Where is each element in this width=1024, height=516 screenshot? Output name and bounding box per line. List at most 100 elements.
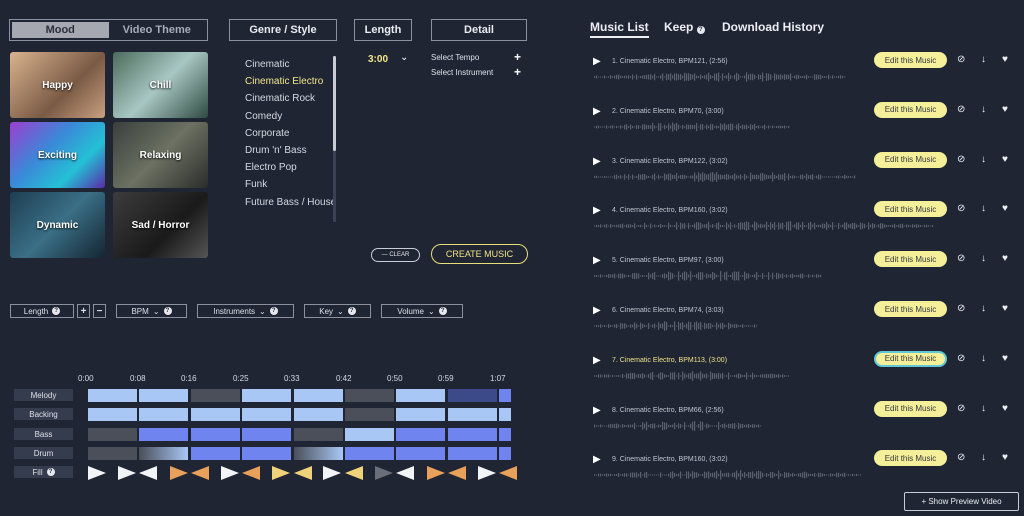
download-icon[interactable]: ↓ [981,203,986,214]
arrangement-block[interactable] [88,447,137,460]
chevron-down-icon[interactable]: ⌄ [400,52,408,63]
heart-icon[interactable]: ♥ [1002,104,1008,115]
music-list-item[interactable]: ▶ 2. Cinematic Electro, BPM70, (3:00) Edit… [590,101,1020,156]
heart-icon[interactable]: ♥ [1002,303,1008,314]
help-icon[interactable]: ? [163,307,172,315]
edit-music-button[interactable]: Edit this Music [874,450,947,467]
genre-item[interactable]: Drum 'n' Bass [242,142,337,159]
genre-item[interactable]: Cinematic Rock [242,90,337,107]
heart-icon[interactable]: ♥ [1002,54,1008,65]
waveform[interactable] [594,220,934,232]
arrangement-block[interactable] [294,408,343,421]
edit-music-button[interactable]: Edit this Music [874,151,947,168]
edit-music-button[interactable]: Edit this Music [874,101,947,118]
waveform[interactable] [594,320,758,332]
play-icon[interactable]: ▶ [593,405,601,416]
link-icon[interactable]: ⊘ [957,253,965,264]
help-icon[interactable]: ? [46,468,55,476]
download-icon[interactable]: ↓ [981,353,986,364]
download-icon[interactable]: ↓ [981,54,986,65]
length-control[interactable]: Length? [10,304,74,318]
arrangement-block[interactable] [139,408,188,421]
play-icon[interactable]: ▶ [593,156,601,167]
arrangement-block[interactable] [191,428,240,441]
link-icon[interactable]: ⊘ [957,353,965,364]
volume-control[interactable]: Volume ⌄? [381,304,463,318]
arrangement-block[interactable] [396,428,445,441]
arrangement-block[interactable] [448,389,497,402]
arrangement-block[interactable] [139,447,188,460]
waveform[interactable] [594,171,856,183]
arrangement-block[interactable] [499,389,511,402]
arrangement-block[interactable] [448,408,497,421]
arrangement-block[interactable] [345,447,394,460]
music-list-item[interactable]: ▶ 1. Cinematic Electro, BPM121, (2:56) Edi… [590,52,1020,106]
music-list-item[interactable]: ▶ 5. Cinematic Electro, BPM97, (3:00) Edit… [590,251,1020,305]
download-icon[interactable]: ↓ [981,452,986,463]
help-icon[interactable]: ? [52,307,61,315]
music-list-item[interactable]: ▶ 4. Cinematic Electro, BPM160, (3:02) Edi… [590,201,1020,255]
heart-icon[interactable]: ♥ [1002,203,1008,214]
play-icon[interactable]: ▶ [593,205,601,216]
mood-tile-chill[interactable]: Chill [113,52,208,118]
genre-item[interactable]: Cinematic [242,56,337,73]
fill-marker[interactable] [345,466,363,480]
help-icon[interactable]: ? [438,307,447,315]
fill-marker[interactable] [499,466,517,480]
length-header[interactable]: Length [354,19,412,41]
arrangement-block[interactable] [242,428,291,441]
mood-tile-exciting[interactable]: Exciting [10,122,105,188]
fill-marker[interactable] [427,466,445,480]
arrangement-block[interactable] [448,447,497,460]
mood-tile-dynamic[interactable]: Dynamic [10,192,105,258]
edit-music-button[interactable]: Edit this Music [874,400,947,417]
arrangement-block[interactable] [345,428,394,441]
fill-marker[interactable] [396,466,414,480]
length-value[interactable]: 3:00 [368,54,388,65]
fill-marker[interactable] [375,466,393,480]
detail-header[interactable]: Detail [431,19,527,41]
arrangement-block[interactable] [294,389,343,402]
fill-marker[interactable] [478,466,496,480]
genre-style-header[interactable]: Genre / Style [229,19,337,41]
create-music-button[interactable]: CREATE MUSIC [431,244,528,264]
heart-icon[interactable]: ♥ [1002,353,1008,364]
edit-music-button[interactable]: Edit this Music [874,201,947,218]
download-icon[interactable]: ↓ [981,403,986,414]
music-list-item[interactable]: ▶ 3. Cinematic Electro, BPM122, (3:02) Edi… [590,151,1020,206]
heart-icon[interactable]: ♥ [1002,403,1008,414]
select-tempo-label[interactable]: Select Tempo [431,53,479,62]
fill-marker[interactable] [139,466,157,480]
arrangement-block[interactable] [294,447,343,460]
download-icon[interactable]: ↓ [981,253,986,264]
waveform[interactable] [594,370,790,382]
music-list-item[interactable]: ▶ 7. Cinematic Electro, BPM113, (3:00) Edi… [590,350,1020,405]
fill-marker[interactable] [221,466,239,480]
select-instrument-label[interactable]: Select Instrument [431,68,493,77]
instruments-control[interactable]: Instruments ⌄? [197,304,294,318]
fill-marker[interactable] [170,466,188,480]
play-icon[interactable]: ▶ [593,56,601,67]
key-control[interactable]: Key ⌄? [304,304,371,318]
link-icon[interactable]: ⊘ [957,54,965,65]
mood-tile-happy[interactable]: Happy [10,52,105,118]
download-icon[interactable]: ↓ [981,104,986,115]
arrangement-block[interactable] [139,428,188,441]
link-icon[interactable]: ⊘ [957,303,965,314]
play-icon[interactable]: ▶ [593,305,601,316]
arrangement-block[interactable] [499,428,511,441]
waveform[interactable] [594,469,862,481]
heart-icon[interactable]: ♥ [1002,452,1008,463]
waveform[interactable] [594,71,846,83]
link-icon[interactable]: ⊘ [957,104,965,115]
music-list-item[interactable]: ▶ 8. Cinematic Electro, BPM66, (2:56) Edit… [590,400,1020,455]
link-icon[interactable]: ⊘ [957,452,965,463]
arrangement-block[interactable] [396,447,445,460]
arrangement-block[interactable] [242,389,291,402]
tab-mood[interactable]: Mood [12,22,109,38]
clear-button[interactable]: — CLEAR [371,248,420,262]
arrangement-block[interactable] [396,389,445,402]
edit-music-button[interactable]: Edit this Music [874,52,947,68]
genre-item[interactable]: Comedy [242,108,337,125]
fill-marker[interactable] [294,466,312,480]
